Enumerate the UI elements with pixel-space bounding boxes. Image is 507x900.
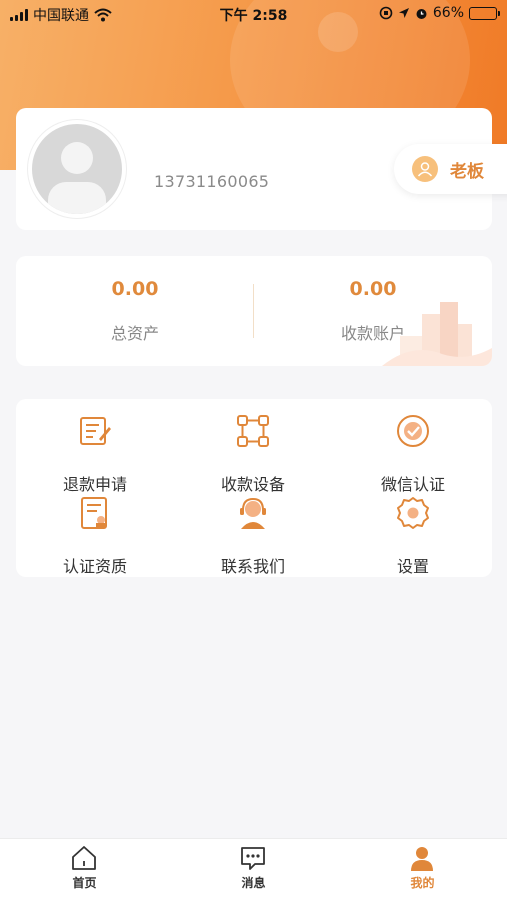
- role-badge[interactable]: 老板: [394, 144, 507, 194]
- tab-messages[interactable]: 消息: [169, 839, 338, 900]
- tab-label: 我的: [410, 876, 435, 890]
- assets-card: 0.00 总资产 0.00 收款账户: [16, 256, 492, 366]
- menu-item-contact[interactable]: 联系我们: [174, 495, 332, 577]
- user-icon: [411, 847, 433, 871]
- tab-label: 首页: [72, 876, 97, 890]
- status-right: 66%: [379, 5, 500, 21]
- customer-service-icon: [240, 497, 266, 529]
- device-network-icon: [237, 415, 269, 447]
- bottom-tab-bar: 首页 消息 我的: [0, 838, 507, 900]
- menu-item-wechat-cert[interactable]: 微信认证: [334, 413, 492, 495]
- refund-form-icon: [80, 417, 111, 445]
- gear-icon: [397, 497, 429, 529]
- payment-account-label: 收款账户: [340, 324, 405, 343]
- orientation-lock-icon: [379, 6, 393, 20]
- battery-percent: 66%: [432, 5, 464, 21]
- certified-badge-icon: [397, 415, 429, 447]
- avatar[interactable]: [28, 120, 126, 218]
- function-menu: 退款申请 收款设备 微信认证 认证资质 联系我们 设置: [16, 399, 492, 577]
- message-icon: [241, 847, 265, 870]
- menu-label: 退款申请: [62, 475, 127, 494]
- menu-item-device[interactable]: 收款设备: [174, 413, 332, 495]
- home-icon: [72, 846, 96, 870]
- tab-mine[interactable]: 我的: [338, 839, 507, 900]
- menu-label: 收款设备: [220, 475, 285, 494]
- certificate-document-icon: [81, 497, 107, 529]
- menu-label: 联系我们: [220, 557, 285, 576]
- tab-label: 消息: [241, 876, 266, 890]
- payment-account-value: 0.00: [349, 278, 397, 300]
- role-label: 老板: [450, 161, 484, 182]
- menu-label: 微信认证: [380, 475, 445, 494]
- status-bar: 中国联通 下午 2:58 66%: [0, 0, 507, 28]
- location-icon: [398, 8, 409, 18]
- alarm-icon: [416, 8, 427, 19]
- menu-label: 设置: [396, 557, 429, 576]
- user-phone: 13731160065: [154, 172, 270, 191]
- menu-label: 认证资质: [62, 557, 127, 576]
- menu-item-refund[interactable]: 退款申请: [16, 413, 174, 495]
- total-assets[interactable]: 0.00 总资产: [16, 256, 254, 366]
- menu-item-settings[interactable]: 设置: [334, 495, 492, 577]
- total-assets-value: 0.00: [111, 278, 159, 300]
- payment-account[interactable]: 0.00 收款账户: [254, 256, 492, 366]
- battery-icon: [469, 6, 500, 20]
- boss-avatar-icon: [412, 156, 438, 182]
- menu-item-qualification[interactable]: 认证资质: [16, 495, 174, 577]
- tab-home[interactable]: 首页: [0, 839, 169, 900]
- total-assets-label: 总资产: [110, 324, 159, 343]
